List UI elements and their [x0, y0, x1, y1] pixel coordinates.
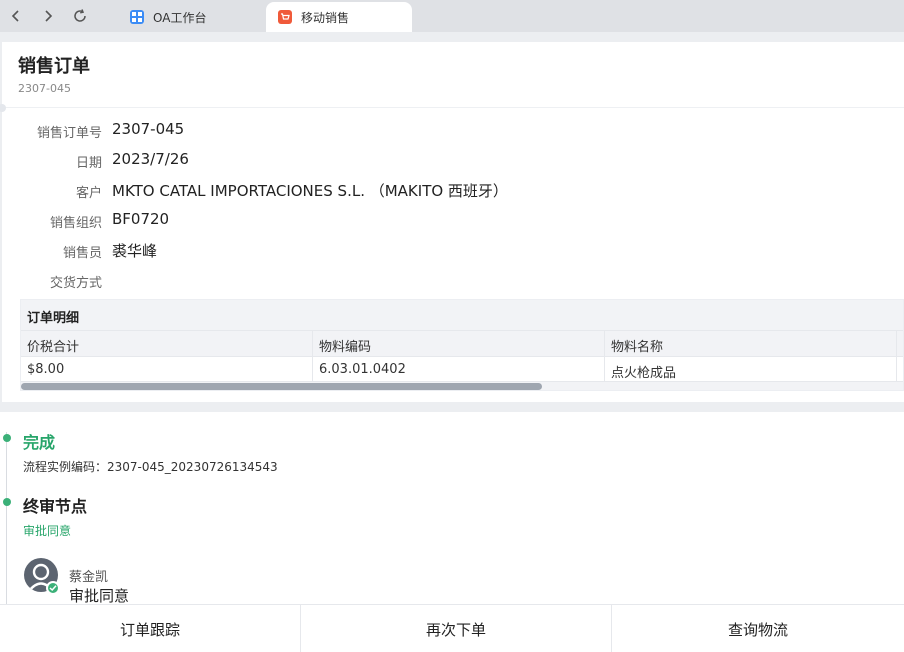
- tab-oa-workbench[interactable]: OA工作台: [118, 2, 266, 32]
- divider-dot: [0, 104, 6, 112]
- column-header: 价税合计: [27, 340, 80, 355]
- field-value: 2307-045: [112, 120, 185, 138]
- table-cell: 点火枪成品: [604, 357, 896, 383]
- field-order-number: 销售订单号 2307-045: [2, 120, 902, 141]
- table-row[interactable]: $8.00 6.03.01.0402 点火枪成品 矢: [21, 356, 903, 383]
- page-title: 销售订单: [18, 56, 90, 77]
- tab-label: 移动销售: [301, 10, 350, 25]
- workflow-status: 完成: [23, 433, 56, 452]
- field-salesperson: 销售员 裘华峰: [2, 240, 902, 261]
- approver-name: 蔡金凯: [69, 570, 109, 585]
- chevron-right-icon: [45, 10, 53, 22]
- table-cell: 矢: [896, 357, 903, 383]
- reorder-button[interactable]: 再次下单: [301, 605, 612, 652]
- browser-toolbar: OA工作台 移动销售: [0, 0, 904, 32]
- forward-button[interactable]: [38, 6, 58, 26]
- column-header: 規: [896, 331, 903, 357]
- field-label: 日期: [75, 156, 102, 171]
- check-icon: [46, 581, 60, 595]
- field-customer: 客户 MKTO CATAL IMPORTACIONES S.L. （MAKITO…: [2, 180, 902, 201]
- tab-label: OA工作台: [153, 10, 207, 25]
- tab-mobile-sales[interactable]: 移动销售: [266, 2, 412, 32]
- query-logistics-button[interactable]: 查询物流: [612, 605, 904, 652]
- shopping-cart-icon: [278, 10, 292, 24]
- node-result: 审批同意: [23, 524, 72, 538]
- node-title: 终审节点: [23, 497, 88, 516]
- grid-icon: [130, 10, 144, 24]
- reload-icon: [74, 9, 86, 22]
- timeline-dot: [3, 498, 11, 506]
- table-header-row: 价税合计 物料编码 物料名称 規: [21, 330, 903, 357]
- field-value: 裘华峰: [112, 242, 158, 260]
- field-value: MKTO CATAL IMPORTACIONES S.L. （MAKITO 西班…: [112, 182, 508, 200]
- order-detail-table: 订单明细 价税合计 物料编码 物料名称 規 $8.00 6.03.01.0402…: [20, 299, 904, 391]
- table-cell: $8.00: [27, 362, 65, 377]
- table-cell: 6.03.01.0402: [312, 357, 604, 383]
- field-delivery-method: 交货方式: [2, 270, 902, 291]
- action-bar: 订单跟踪 再次下单 查询物流: [0, 604, 904, 652]
- field-sales-org: 销售组织 BF0720: [2, 210, 902, 231]
- timeline-line: [6, 432, 7, 604]
- column-header: 物料编码: [312, 331, 604, 357]
- reload-button[interactable]: [70, 6, 90, 26]
- workflow-instance: 流程实例编码：2307-045_20230726134543: [23, 460, 278, 474]
- horizontal-scrollbar[interactable]: [21, 382, 903, 390]
- timeline-dot: [3, 434, 11, 442]
- field-label: 客户: [75, 186, 102, 201]
- order-card: 销售订单 2307-045 销售订单号 2307-045 日期 2023/7/2…: [0, 42, 904, 402]
- approval-timeline: 完成 流程实例编码：2307-045_20230726134543 终审节点 审…: [0, 412, 904, 605]
- field-label: 销售组织: [49, 216, 102, 231]
- order-header: 销售订单 2307-045: [2, 42, 904, 108]
- field-value: BF0720: [112, 210, 170, 228]
- scrollbar-thumb[interactable]: [21, 383, 542, 390]
- field-label: 交货方式: [49, 276, 102, 291]
- track-order-button[interactable]: 订单跟踪: [0, 605, 301, 652]
- order-code: 2307-045: [18, 82, 71, 95]
- field-label: 销售订单号: [36, 126, 102, 141]
- field-date: 日期 2023/7/26: [2, 150, 902, 171]
- detail-title: 订单明细: [21, 300, 903, 330]
- field-label: 销售员: [62, 246, 102, 261]
- column-header: 物料名称: [604, 331, 896, 357]
- chevron-left-icon: [11, 10, 19, 22]
- approval-comment: 审批同意: [69, 587, 130, 605]
- field-value: 2023/7/26: [112, 150, 189, 168]
- back-button[interactable]: [6, 6, 26, 26]
